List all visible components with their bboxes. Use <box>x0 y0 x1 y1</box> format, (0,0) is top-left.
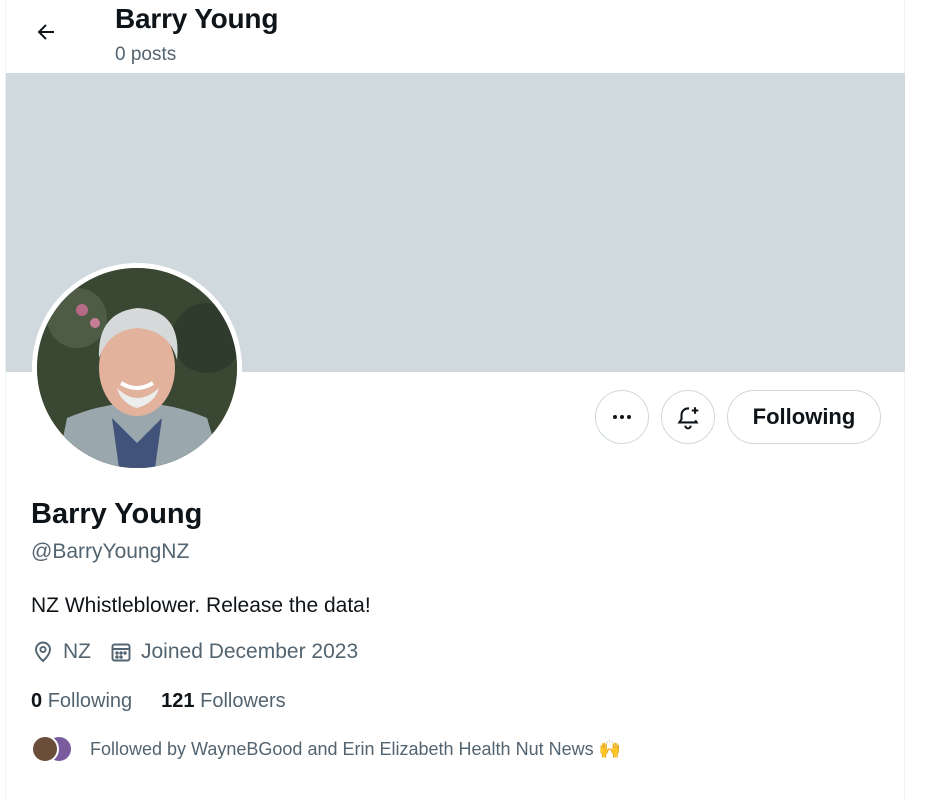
location-item: NZ <box>31 640 91 664</box>
bell-plus-icon <box>677 407 699 430</box>
profile-bio: NZ Whistleblower. Release the data! <box>31 594 371 617</box>
more-button[interactable] <box>595 390 649 444</box>
following-label: Following <box>47 690 133 712</box>
header-title: Barry Young <box>115 3 279 34</box>
notifications-button[interactable] <box>661 390 715 444</box>
avatar-photo <box>37 268 237 468</box>
calendar-icon <box>111 643 131 662</box>
arrow-left-icon <box>37 24 54 40</box>
mutual-avatars <box>31 735 75 763</box>
followed-by-row[interactable]: Followed by WayneBGood and Erin Elizabet… <box>31 735 621 763</box>
profile-column: Barry Young 0 posts Following Barry Youn… <box>5 0 905 801</box>
following-button[interactable]: Following <box>727 390 881 444</box>
profile-meta: NZ Joined December 2023 <box>31 640 376 664</box>
followers-label: Followers <box>200 690 286 712</box>
joined-item: Joined December 2023 <box>109 640 358 664</box>
profile-avatar[interactable] <box>32 263 242 473</box>
location-text: NZ <box>63 640 91 663</box>
following-link[interactable]: 0 Following <box>31 690 132 713</box>
followed-by-text: Followed by WayneBGood and Erin Elizabet… <box>90 738 621 759</box>
more-icon <box>613 415 631 419</box>
follow-stats: 0 Following 121 Followers <box>31 690 315 713</box>
profile-handle: @BarryYoungNZ <box>31 540 190 563</box>
followers-link[interactable]: 121 Followers <box>161 690 286 713</box>
profile-display-name: Barry Young <box>31 498 203 530</box>
location-pin-icon <box>35 641 51 663</box>
mutual-avatar <box>31 735 59 763</box>
header-post-count: 0 posts <box>115 44 177 65</box>
joined-text: Joined December 2023 <box>141 640 359 663</box>
back-button[interactable] <box>28 14 64 50</box>
followers-count: 121 <box>161 690 195 712</box>
following-count: 0 <box>31 690 43 712</box>
